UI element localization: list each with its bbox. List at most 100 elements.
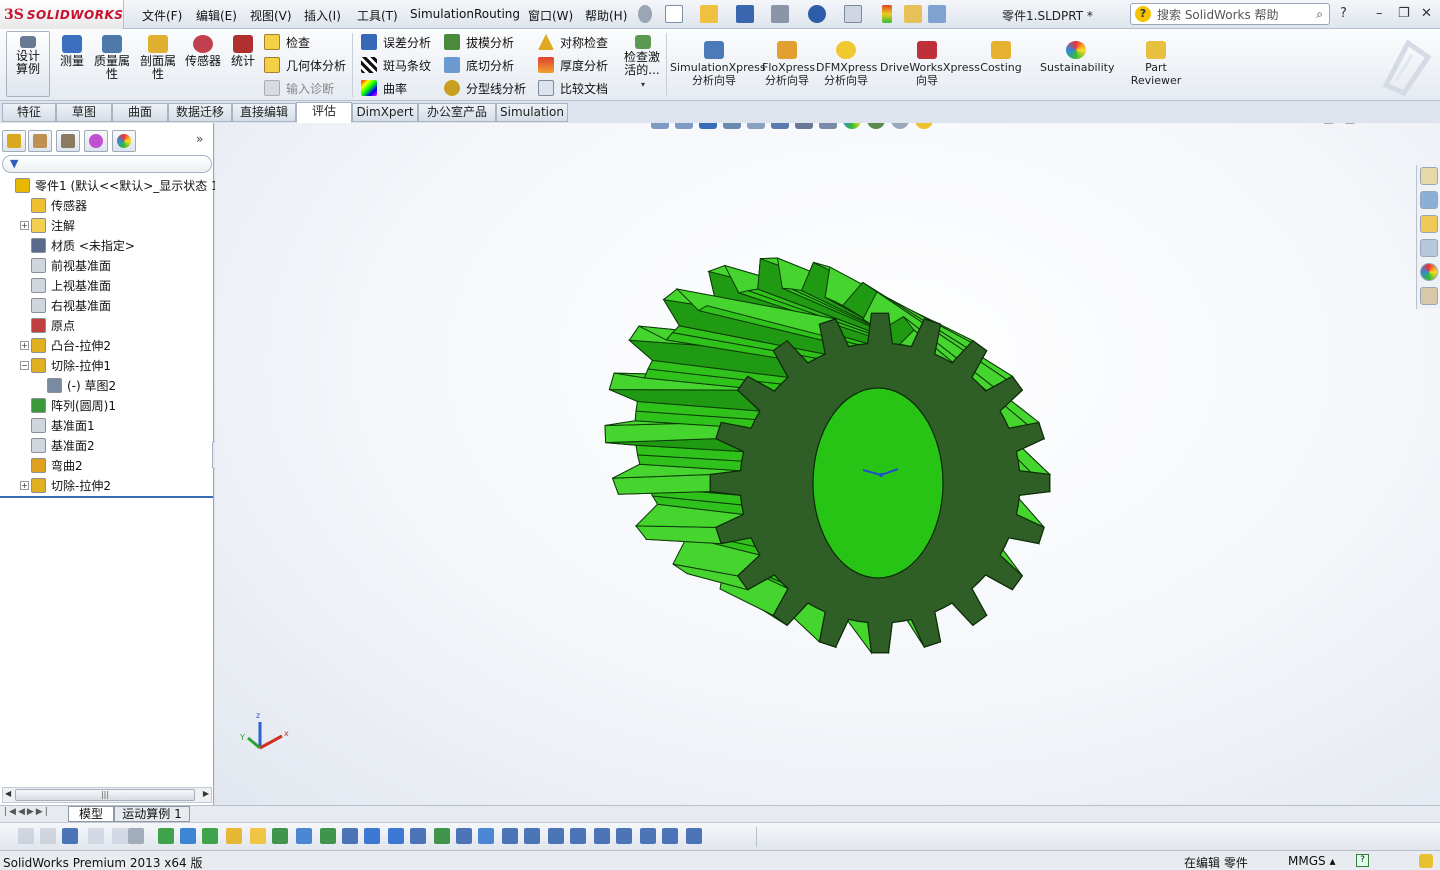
unit-system[interactable]: MMGS ▴ [1288,854,1335,868]
scroll-right-icon[interactable]: ▶ [203,789,209,798]
menu-routing[interactable]: Routing [474,7,520,21]
filter-icon[interactable] [18,828,34,844]
save-icon[interactable] [736,5,754,23]
tree-item[interactable]: 基准面2 [0,435,214,455]
tree-item[interactable]: 材质 <未指定> [0,235,214,255]
feature-manager-tab[interactable] [2,130,26,152]
tab-model[interactable]: 模型 [68,806,114,822]
select-arrow-icon[interactable] [88,828,104,844]
tree-item[interactable]: 上视基准面 [0,275,214,295]
filter-plane-icon[interactable] [296,828,312,844]
design-library-icon[interactable] [1420,191,1438,209]
filter-gtol-icon[interactable] [662,828,678,844]
display-manager-tab[interactable] [112,130,136,152]
filter-surface-body-icon[interactable] [226,828,242,844]
select-arrow-icon[interactable] [844,5,862,23]
collapse-icon[interactable]: − [20,360,29,370]
filter-center-mark-icon[interactable] [388,828,404,844]
section-properties-button[interactable]: 剖面属性 [138,35,178,81]
reference-triad-icon[interactable]: z x Y [239,711,289,750]
file-properties-icon[interactable] [904,5,922,23]
print-icon[interactable] [771,5,789,23]
tab-dimxpert[interactable]: DimXpert [352,103,418,122]
tree-item[interactable]: 原点 [0,315,214,335]
import-diagnostics-button[interactable]: 输入诊断 [264,78,334,98]
tree-item[interactable]: 基准面1 [0,415,214,435]
filter-dimension-icon[interactable] [410,828,426,844]
tree-item[interactable]: 右视基准面 [0,295,214,315]
dfmxpress-button[interactable]: DFMXpress 分析向导 [816,41,877,87]
tab-sketch[interactable]: 草图 [56,103,112,122]
scrollbar-thumb[interactable]: ||| [15,789,195,801]
expand-icon[interactable]: + [20,480,29,490]
tree-item[interactable]: + 凸台-拉伸2 [0,335,214,355]
tab-surfaces[interactable]: 曲面 [112,103,168,122]
filter-sketch-segment-icon[interactable] [342,828,358,844]
tab-data-migration[interactable]: 数据迁移 [168,103,232,122]
more-chevron-icon[interactable]: ▾ [641,80,645,89]
tab-simulation[interactable]: Simulation [496,103,568,122]
check-button[interactable]: 检查 [264,32,310,52]
tree-item[interactable]: 弯曲2 [0,455,214,475]
options-icon[interactable] [928,5,946,23]
new-document-icon[interactable] [665,5,683,23]
tree-item[interactable]: 传感器 [0,195,214,215]
tab-features[interactable]: 特征 [2,103,56,122]
filter-datum-icon[interactable] [478,828,494,844]
appearances-icon[interactable] [1420,263,1438,281]
solidworks-resources-icon[interactable] [1420,167,1438,185]
filter-axis-icon[interactable] [272,828,288,844]
filter-connection-point-icon[interactable] [594,828,610,844]
parting-line-analysis-button[interactable]: 分型线分析 [444,78,526,98]
simulationxpress-button[interactable]: SimulationXpress 分析向导 [670,41,766,87]
tab-evaluate[interactable]: 评估 [296,102,352,123]
filter-face-icon[interactable] [202,828,218,844]
property-manager-tab[interactable] [28,130,52,152]
dimxpert-manager-tab[interactable] [84,130,108,152]
menu-simulation[interactable]: Simulation [410,7,474,21]
pin-icon[interactable] [638,5,652,23]
curvature-button[interactable]: 曲率 [361,78,407,98]
tree-item[interactable]: − 切除-拉伸1 [0,355,214,375]
check-active-document-button[interactable]: 检查激活的... ▾ [622,35,664,91]
filter-datum-target-icon[interactable] [502,828,518,844]
tab-scroll-arrows-icon[interactable]: |◀◀▶▶| [4,807,50,817]
help-icon[interactable]: ? [1340,6,1347,21]
tab-direct-editing[interactable]: 直接编辑 [232,103,296,122]
deviation-analysis-button[interactable]: 误差分析 [361,32,431,52]
mass-properties-button[interactable]: 质量属性 [92,35,132,81]
filter-sketch-icon[interactable] [320,828,336,844]
menu-tools[interactable]: 工具(T) [357,7,398,24]
filter-solid-body-icon[interactable] [250,828,266,844]
filter-midpoint-icon[interactable] [364,828,380,844]
select-drop-icon[interactable] [112,828,128,844]
expand-panel-chevron-icon[interactable]: » [196,132,203,146]
geometry-analysis-button[interactable]: 几何体分析 [264,55,346,75]
custom-properties-icon[interactable] [1420,287,1438,305]
search-icon[interactable]: ⌕ [1316,7,1323,22]
gear-model[interactable]: z x Y [215,123,1440,805]
configuration-manager-tab[interactable] [56,130,80,152]
rebuild-status-icon[interactable] [1419,854,1433,868]
expand-icon[interactable]: + [20,340,29,350]
filter-toggle-icon[interactable] [40,828,56,844]
zebra-stripes-button[interactable]: 斑马条纹 [361,55,431,75]
filter-routing-point-icon[interactable] [616,828,632,844]
close-icon[interactable]: ✕ [1421,6,1432,21]
help-search-input[interactable]: ? 搜索 SolidWorks 帮助 ⌕ [1130,3,1330,25]
menu-view[interactable]: 视图(V) [250,7,292,24]
filter-vertex-icon[interactable] [158,828,174,844]
select-icon[interactable] [62,828,78,844]
open-folder-icon[interactable] [700,5,718,23]
filter-note-icon[interactable] [434,828,450,844]
statistics-button[interactable]: 统计 [228,35,258,68]
expand-icon[interactable]: + [20,220,29,230]
feature-tree-filter[interactable]: ▼ [2,155,212,173]
menu-edit[interactable]: 编辑(E) [196,7,237,24]
tab-office-products[interactable]: 办公室产品 [418,103,496,122]
file-explorer-icon[interactable] [1420,215,1438,233]
filter-block-icon[interactable] [548,828,564,844]
tree-item[interactable]: + 注解 [0,215,214,235]
design-study-button[interactable]: 设计算例 [6,31,50,97]
measure-button[interactable]: 测量 [56,35,88,68]
